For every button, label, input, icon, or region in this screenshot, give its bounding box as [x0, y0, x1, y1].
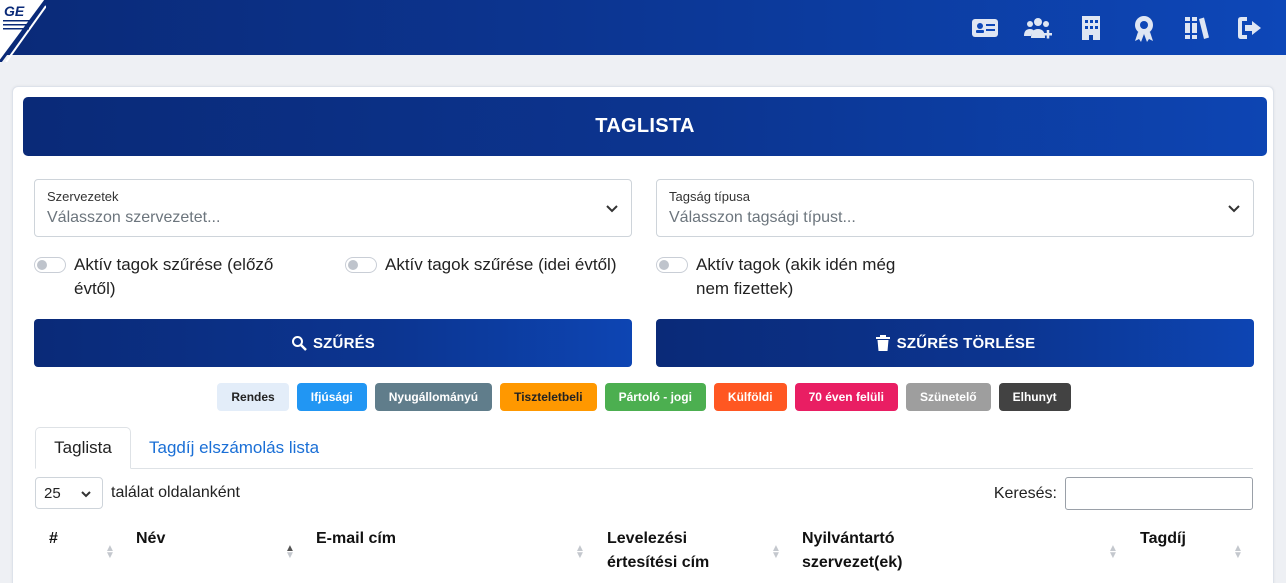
search-icon — [291, 336, 307, 351]
toggle-switch[interactable] — [345, 257, 377, 273]
sort-icon: ▲ ▼ — [771, 543, 781, 561]
legend-chip: Külföldi — [713, 383, 787, 411]
legend-chip: Tiszteletbeli — [500, 383, 597, 411]
add-users-icon[interactable] — [1011, 0, 1064, 55]
tab-bar: Taglista Tagdíj elszámolás lista — [35, 427, 1253, 469]
column-header-label: Név — [136, 530, 166, 547]
building-icon[interactable] — [1064, 0, 1117, 55]
table-header: # ▲ ▼ Név ▲ ▼ E-mail cím ▲ ▼ Levelezési ért… — [35, 527, 1253, 583]
svg-text:GE: GE — [4, 3, 25, 19]
column-header-label: Nyilvántartó szervezet(ek) — [802, 530, 903, 571]
toggle-switch[interactable] — [656, 257, 688, 273]
organization-select-placeholder: Válasszon szervezetet... — [47, 209, 221, 226]
top-navbar: GE — [0, 0, 1286, 63]
toggle-label: Aktív tagok szűrése (idei évtől) — [385, 255, 617, 274]
trash-icon — [875, 335, 890, 351]
organization-select[interactable]: Szervezetek Válasszon szervezetet... — [34, 179, 632, 237]
page-size-select[interactable]: 25 — [35, 477, 103, 509]
toggle-active-prev-year: Aktív tagok szűrése (előző évtől) — [34, 253, 294, 301]
legend-chip: Szünetelő — [905, 383, 991, 411]
books-icon[interactable] — [1170, 0, 1223, 55]
chevron-down-icon — [1227, 201, 1241, 215]
legend-chip: 70 éven felüli — [794, 383, 898, 411]
clear-filter-button-label: SZŰRÉS TÖRLÉSE — [896, 334, 1036, 352]
legend-chip: Nyugállományú — [374, 383, 493, 411]
sort-icon: ▲ ▼ — [575, 543, 585, 561]
clear-filter-button[interactable]: SZŰRÉS TÖRLÉSE — [656, 319, 1254, 367]
column-header-label: # — [49, 530, 58, 547]
search-label: Keresés: — [993, 484, 1057, 502]
table-search: Keresés: — [994, 477, 1253, 510]
filter-button-label: SZŰRÉS — [312, 334, 376, 352]
legend-chip: Elhunyt — [998, 383, 1071, 411]
page-size-text: találat oldalanként — [111, 484, 240, 501]
logout-icon[interactable] — [1223, 0, 1276, 55]
tab-taglista[interactable]: Taglista — [35, 427, 131, 469]
column-header-index[interactable]: # — [49, 527, 99, 551]
chevron-down-icon — [605, 201, 619, 215]
sort-icon: ▲ ▼ — [105, 543, 115, 561]
sort-icon: ▲ ▼ — [1108, 543, 1118, 561]
toggle-label: Aktív tagok (akik idén még nem fizettek) — [696, 255, 896, 298]
toggle-active-this-year: Aktív tagok szűrése (idei évtől) — [345, 253, 645, 277]
chevron-down-icon — [81, 491, 91, 498]
filter-button[interactable]: SZŰRÉS — [34, 319, 632, 367]
legend-chip: Ifjúsági — [296, 383, 367, 411]
toggle-switch[interactable] — [34, 257, 66, 273]
award-icon[interactable] — [1117, 0, 1170, 55]
column-header-organization[interactable]: Nyilvántartó szervezet(ek) — [802, 527, 942, 575]
membership-type-select-label: Tagság típusa — [669, 189, 750, 204]
page-size-value: 25 — [44, 484, 61, 502]
legend-chip: Pártoló - jogi — [604, 383, 706, 411]
search-input[interactable] — [1065, 477, 1253, 510]
column-header-label: Levelezési értesítési cím — [607, 530, 710, 571]
membership-type-legend: Rendes Ifjúsági Nyugállományú Tiszteletbeli… — [13, 383, 1275, 411]
id-card-icon[interactable] — [958, 0, 1011, 55]
column-header-label: Tagdíj — [1140, 530, 1186, 547]
page-size-control: 25 találat oldalanként — [35, 477, 240, 509]
column-header-fee[interactable]: Tagdíj — [1140, 527, 1220, 551]
sort-asc-icon: ▲ ▼ — [285, 543, 295, 561]
members-card: TAGLISTA Szervezetek Válasszon szervezet… — [12, 86, 1274, 583]
organization-select-label: Szervezetek — [47, 189, 119, 204]
membership-type-select[interactable]: Tagság típusa Válasszon tagsági típust..… — [656, 179, 1254, 237]
column-header-name[interactable]: Név — [136, 527, 276, 551]
tab-tagdij-elszamolas[interactable]: Tagdíj elszámolás lista — [149, 427, 319, 469]
toggle-active-unpaid: Aktív tagok (akik idén még nem fizettek) — [656, 253, 916, 301]
toggle-label: Aktív tagok szűrése (előző évtől) — [74, 255, 274, 298]
column-header-address[interactable]: Levelezési értesítési cím — [607, 527, 727, 575]
membership-type-select-placeholder: Válasszon tagsági típust... — [669, 209, 856, 226]
column-header-label: E-mail cím — [316, 530, 397, 547]
column-header-email[interactable]: E-mail cím — [316, 527, 566, 551]
legend-chip: Rendes — [217, 383, 289, 411]
page-title: TAGLISTA — [23, 97, 1267, 156]
logo[interactable]: GE — [0, 0, 48, 63]
sort-icon: ▲ ▼ — [1233, 543, 1243, 561]
